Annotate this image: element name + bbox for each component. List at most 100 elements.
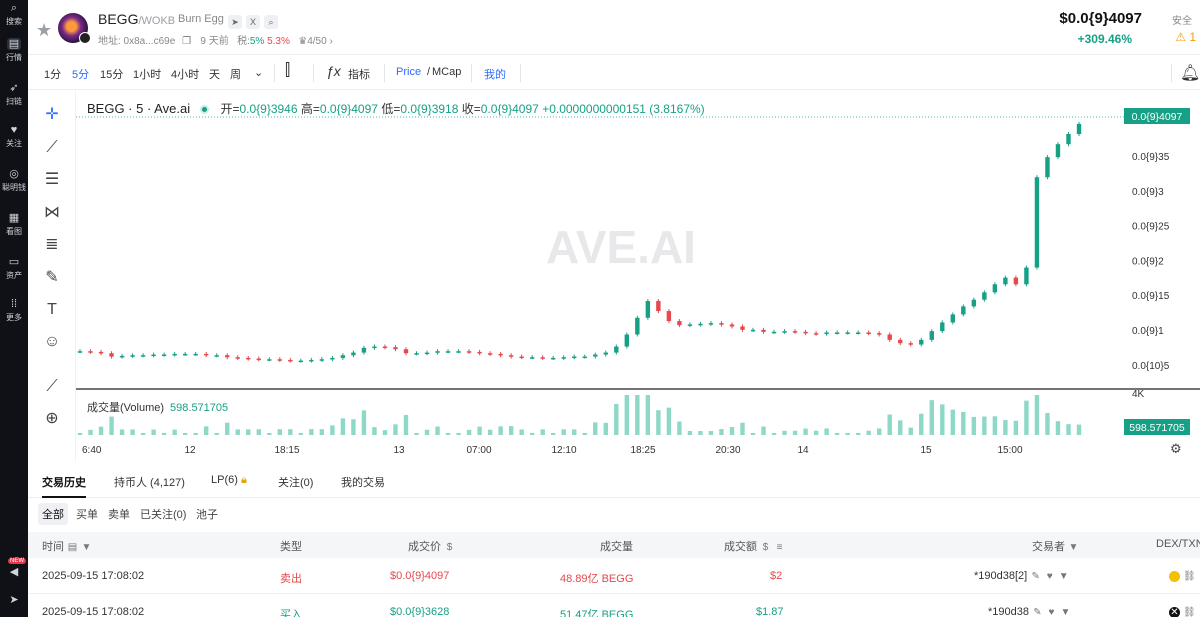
warning-indicator[interactable]: ⚠ 1 bbox=[1175, 30, 1196, 44]
tab-following[interactable]: 关注(0) bbox=[278, 474, 313, 490]
sidebar-item-more[interactable]: ⁞⁞ 更多 bbox=[0, 298, 28, 323]
sidebar-item-charts[interactable]: ▦ 看图 bbox=[0, 212, 28, 237]
filter-sell[interactable]: 卖单 bbox=[104, 503, 134, 525]
volume-bar bbox=[940, 404, 945, 435]
filter-icon[interactable]: ▼ bbox=[81, 542, 92, 553]
fib-icon[interactable]: ≣ bbox=[40, 233, 64, 257]
social-links: ➤ X ⌕ bbox=[228, 12, 282, 30]
contract-address[interactable]: 地址: 0x8a...c69e bbox=[98, 36, 175, 47]
edit-icon[interactable]: ✎ bbox=[1030, 571, 1041, 582]
interval-15m[interactable]: 15分 bbox=[100, 66, 123, 82]
mine-button[interactable]: 我的 bbox=[484, 66, 506, 82]
sidebar-item-market[interactable]: ▤ 行情 bbox=[0, 38, 28, 63]
currency-toggle-icon[interactable]: $ bbox=[760, 542, 771, 553]
crosshair-icon[interactable]: ✛ bbox=[40, 103, 64, 127]
th-price-label: 成交价 bbox=[408, 541, 441, 553]
watermark: AVE.AI bbox=[546, 221, 696, 273]
indicator-button[interactable]: 指标 bbox=[348, 66, 370, 82]
candle bbox=[1055, 144, 1061, 158]
price-toggle[interactable]: Price bbox=[396, 66, 421, 78]
filter-followed[interactable]: 已关注(0) bbox=[136, 503, 190, 525]
candle bbox=[940, 322, 945, 332]
pattern-icon[interactable]: ⋈ bbox=[40, 201, 64, 225]
favorite-star-icon[interactable]: ★ bbox=[36, 20, 52, 41]
filter-icon[interactable]: ▼ bbox=[1058, 571, 1069, 582]
y-tick-label: 0.0{9}15 bbox=[1132, 291, 1170, 302]
text-tool-icon[interactable]: T bbox=[40, 298, 64, 322]
sidebar-item-smart-money[interactable]: ◎ 聪明钱 bbox=[0, 168, 28, 193]
holders-rank[interactable]: 4/50 bbox=[307, 36, 326, 47]
th-time[interactable]: 时间 ▤ ▼ bbox=[42, 538, 92, 554]
sidebar-item-search[interactable]: ⌕ 搜索 bbox=[0, 2, 28, 27]
currency-toggle-icon[interactable]: $ bbox=[444, 542, 455, 553]
filter-buy[interactable]: 买单 bbox=[72, 503, 102, 525]
filter-pool[interactable]: 池子 bbox=[192, 503, 222, 525]
interval-4h[interactable]: 4小时 bbox=[171, 66, 199, 82]
tab-holders[interactable]: 持币人 (4,127) bbox=[114, 474, 185, 490]
horizontal-lines-icon[interactable]: ☰ bbox=[40, 168, 64, 192]
volume-bar bbox=[1066, 424, 1071, 435]
volume-bar bbox=[782, 430, 787, 435]
tab-lp[interactable]: LP(6) 🔒︎ bbox=[211, 474, 247, 487]
telegram-icon[interactable]: ➤ bbox=[228, 15, 242, 29]
settings-gear-icon[interactable]: ⚙ bbox=[1170, 441, 1182, 456]
candlestick-chart[interactable]: AVE.AI 0.0{9}350.0{9}30.0{9}250.0{9}20.0… bbox=[76, 91, 1200, 461]
bell-icon[interactable]: 🔔︎ bbox=[1180, 63, 1200, 83]
link-icon[interactable]: ⛓ bbox=[1183, 571, 1196, 582]
mcap-toggle[interactable]: MCap bbox=[432, 66, 461, 78]
candle-type-icon[interactable]: ⫿ bbox=[285, 62, 290, 80]
ruler-icon[interactable]: ⟋ bbox=[40, 375, 64, 399]
interval-5m[interactable]: 5分 bbox=[72, 66, 89, 82]
zoom-in-icon[interactable]: ⊕ bbox=[40, 407, 64, 431]
x-tick-label: 20:30 bbox=[715, 445, 740, 456]
calendar-icon[interactable]: ▤ bbox=[67, 542, 78, 553]
interval-1m[interactable]: 1分 bbox=[44, 66, 61, 82]
sort-filter-icon[interactable]: ≡ bbox=[774, 542, 785, 553]
candle bbox=[992, 284, 998, 293]
trend-line-icon[interactable]: ⟋ bbox=[40, 136, 64, 160]
row-trader[interactable]: *190d38[2] ✎ ♥ ▼ bbox=[974, 570, 1069, 582]
sidebar-item-assets[interactable]: ▭ 资产 bbox=[0, 256, 28, 281]
chevron-down-icon[interactable]: ⌄ bbox=[254, 66, 263, 79]
telegram-link[interactable]: ➤ bbox=[0, 594, 28, 608]
row-trader-address[interactable]: *190d38 bbox=[988, 606, 1029, 617]
candle bbox=[288, 359, 293, 362]
candle bbox=[361, 347, 367, 353]
edit-icon[interactable]: ✎ bbox=[1032, 607, 1043, 617]
interval-1h[interactable]: 1小时 bbox=[133, 66, 161, 82]
copy-icon[interactable]: ❐ bbox=[181, 36, 192, 47]
token-name: Burn Egg bbox=[178, 13, 224, 25]
emoji-icon[interactable]: ☺ bbox=[40, 330, 64, 354]
token-age: 9 天前 bbox=[200, 36, 229, 47]
interval-week[interactable]: 周 bbox=[230, 66, 241, 82]
heart-icon[interactable]: ♥ bbox=[1046, 607, 1057, 617]
divider bbox=[313, 64, 314, 82]
indicator-fx-icon[interactable]: ƒx bbox=[326, 63, 341, 79]
tab-trade-history[interactable]: 交易历史 bbox=[42, 474, 86, 498]
safety-label[interactable]: 安全 bbox=[1172, 12, 1200, 27]
filter-all[interactable]: 全部 bbox=[38, 503, 68, 525]
brush-icon[interactable]: ✎ bbox=[40, 266, 64, 290]
sidebar-collapse-button[interactable]: ◀ bbox=[0, 566, 28, 580]
sidebar-item-scan[interactable]: ➶ 扫链 bbox=[0, 82, 28, 107]
volume-bar bbox=[151, 429, 156, 435]
search-icon[interactable]: ⌕ bbox=[264, 15, 278, 29]
table-row[interactable]: 2025-09-15 17:08:02 卖出 $0.0{9}4097 48.89… bbox=[28, 558, 1200, 594]
candle bbox=[1013, 277, 1019, 285]
volume-bar bbox=[1003, 420, 1008, 435]
heart-icon[interactable]: ♥ bbox=[1044, 571, 1055, 582]
tab-my-trades[interactable]: 我的交易 bbox=[341, 474, 385, 490]
filter-icon[interactable]: ▼ bbox=[1068, 542, 1079, 553]
x-icon[interactable]: X bbox=[246, 15, 260, 29]
candle bbox=[529, 357, 535, 359]
link-icon[interactable]: ⛓ bbox=[1183, 607, 1196, 617]
sidebar-item-follow[interactable]: ♥ 关注 bbox=[0, 124, 28, 149]
interval-day[interactable]: 天 bbox=[209, 66, 220, 82]
candle bbox=[919, 339, 924, 345]
row-trader-address[interactable]: *190d38[2] bbox=[974, 570, 1027, 582]
row-trader[interactable]: *190d38 ✎ ♥ ▼ bbox=[988, 606, 1071, 617]
table-row[interactable]: 2025-09-15 17:08:02 买入 $0.0{9}3628 51.47… bbox=[28, 594, 1200, 617]
volume-bar bbox=[593, 422, 598, 435]
filter-icon[interactable]: ▼ bbox=[1060, 607, 1071, 617]
price-chart[interactable]: AVE.AI 0.0{9}35 0.0{9}3 0.0{9}25 0.0{9}2 0.0… bbox=[76, 91, 1200, 461]
